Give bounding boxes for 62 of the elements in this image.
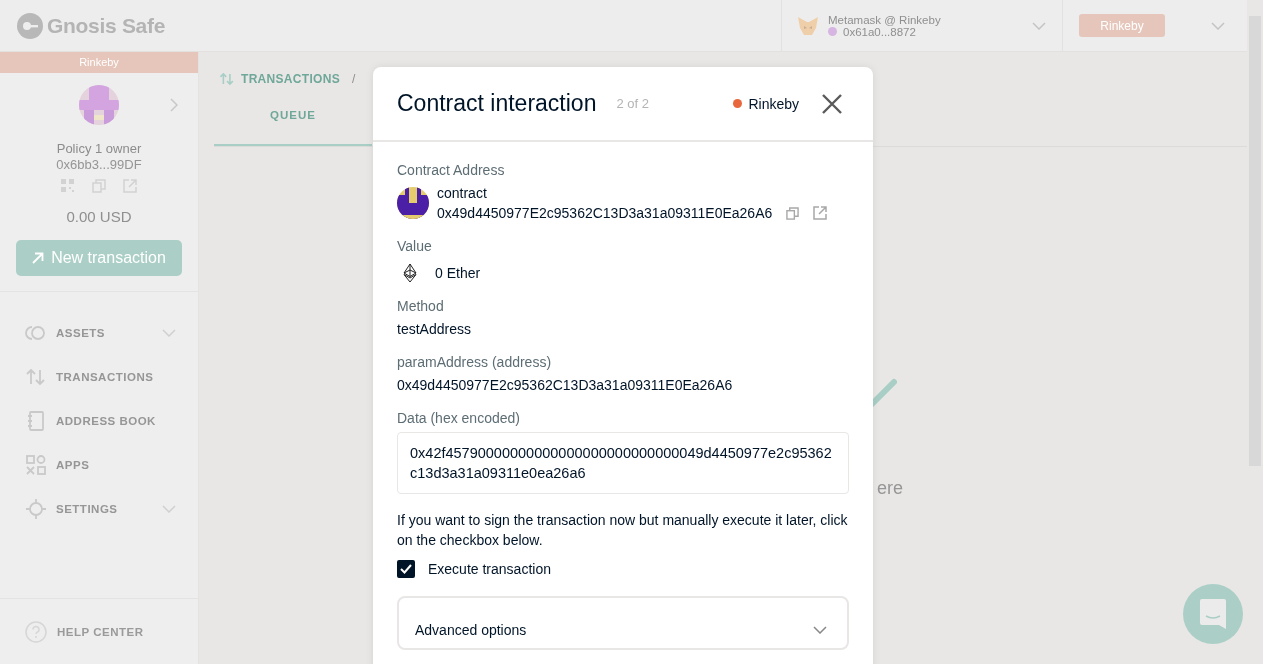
- field-label: Value: [397, 237, 433, 256]
- chat-button[interactable]: [1183, 584, 1243, 644]
- close-icon[interactable]: [821, 92, 843, 115]
- network-banner: Rinkeby: [0, 52, 198, 73]
- step-counter: 2 of 2: [616, 96, 649, 111]
- breadcrumb-separator: /: [351, 72, 356, 86]
- contract-name: contract: [437, 184, 488, 203]
- arrow-up-right-icon: [32, 252, 45, 264]
- safe-avatar-icon: [79, 85, 119, 125]
- checkbox[interactable]: [397, 560, 415, 578]
- field-label: Contract Address: [397, 161, 506, 180]
- address-book-icon: [25, 410, 47, 432]
- settings-icon: [25, 498, 47, 520]
- safe-name: Policy 1 owner: [56, 141, 142, 156]
- nav-item[interactable]: SETTINGS: [0, 487, 198, 531]
- nav-item[interactable]: ADDRESS BOOK: [0, 399, 198, 443]
- contract-address: 0x49d4450977E2c95362C13D3a31a09311E0Ea26A6: [437, 204, 773, 223]
- identicon-icon: [828, 27, 837, 36]
- instruction-text: If you want to sign the transaction now but manually execute it later, click on the checkbox below.: [397, 511, 849, 550]
- field-label: paramAddress (address): [397, 353, 553, 372]
- external-link-icon[interactable]: [123, 179, 137, 193]
- help-icon: [25, 620, 47, 643]
- execute-checkbox[interactable]: Execute transaction: [397, 560, 849, 578]
- copy-icon[interactable]: [786, 206, 800, 220]
- status-dot-icon: [733, 99, 743, 108]
- chat-bubble-icon: [1199, 598, 1227, 630]
- field-label: Method: [397, 297, 445, 316]
- breadcrumb-link[interactable]: TRANSACTIONS: [241, 72, 340, 86]
- nav-item[interactable]: ASSETS: [0, 311, 198, 355]
- help-center-link[interactable]: HELP CENTER: [0, 598, 198, 664]
- app-logo[interactable]: Gnosis Safe: [47, 13, 166, 38]
- data-field[interactable]: 0x42f45790000000000000000000000000049d4450977e2c95362c13d3a31a09311e0ea26a6: [397, 432, 849, 494]
- external-link-icon[interactable]: [813, 206, 828, 220]
- wallet-name: Metamask @ Rinkeby: [828, 13, 942, 26]
- qr-code-icon[interactable]: [61, 179, 75, 193]
- contract-avatar-icon: [397, 187, 429, 219]
- arrows-icon: [219, 71, 235, 87]
- field-value: 0x49d4450977E2c95362C13D3a31a09311E0Ea26A6: [397, 376, 734, 395]
- empty-state-text: ere: [877, 478, 903, 499]
- checkmark-icon: [400, 564, 412, 574]
- nav-item[interactable]: TRANSACTIONS: [0, 355, 198, 399]
- chevron-down-icon: [1032, 21, 1046, 30]
- new-transaction-button[interactable]: New transaction: [16, 240, 182, 276]
- arrows-icon: [25, 366, 47, 388]
- apps-icon: [25, 454, 47, 476]
- modal-title: Contract interaction: [397, 90, 597, 117]
- field-value: testAddress: [397, 320, 472, 339]
- safe-balance: 0.00 USD: [66, 208, 132, 225]
- ethereum-icon: [403, 263, 417, 283]
- advanced-options-panel[interactable]: Advanced options: [397, 596, 849, 650]
- nav-item[interactable]: APPS: [0, 443, 198, 487]
- wallet-address: 0x61a0...8872: [843, 25, 916, 38]
- value-amount: 0 Ether: [435, 264, 481, 283]
- chevron-down-icon[interactable]: [1211, 21, 1225, 30]
- network-button[interactable]: Rinkeby: [1079, 14, 1165, 37]
- logo-icon: [17, 12, 43, 39]
- wallet-selector[interactable]: Metamask @ Rinkeby 0x61a0...8872: [781, 0, 1063, 51]
- copy-icon[interactable]: [92, 179, 106, 193]
- network-name: Rinkeby: [748, 95, 799, 112]
- chevron-right-icon[interactable]: [170, 98, 178, 112]
- safe-address: 0x6bb3...99DF: [56, 157, 142, 172]
- field-label: Data (hex encoded): [397, 409, 521, 428]
